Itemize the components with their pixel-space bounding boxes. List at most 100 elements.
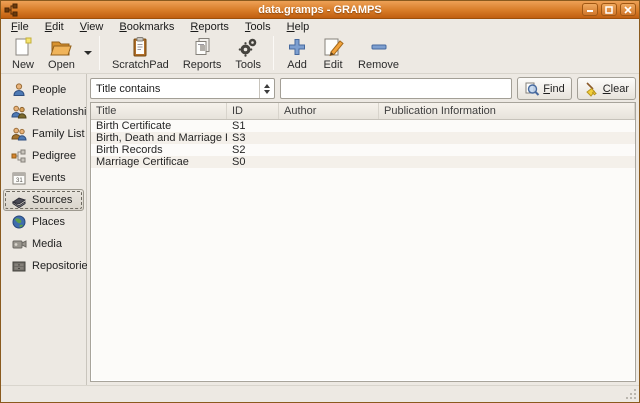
filter-type-value: Title contains (91, 83, 259, 95)
menu-view[interactable]: View (72, 20, 112, 34)
menu-file[interactable]: File (3, 20, 37, 34)
new-document-icon (12, 36, 34, 59)
broom-icon (584, 81, 600, 97)
table-header: Title ID Author Publication Information (91, 103, 635, 120)
gramps-pedigree-icon (4, 3, 18, 17)
close-button[interactable] (620, 3, 636, 16)
scratchpad-button[interactable]: ScratchPad (105, 34, 176, 72)
plus-icon (286, 36, 308, 59)
sidebar-item-events[interactable]: 31 Events (3, 167, 84, 189)
column-header-publication[interactable]: Publication Information (379, 103, 635, 119)
titlebar[interactable]: data.gramps - GRAMPS (1, 1, 639, 19)
cell-title: Birth Records (91, 144, 227, 156)
two-people-icon (11, 104, 27, 120)
maximize-icon (605, 6, 613, 14)
minimize-icon (586, 6, 594, 13)
sidebar-item-label: Family List (32, 128, 85, 140)
find-label: Find (543, 83, 564, 95)
edit-pencil-icon (322, 36, 344, 59)
sidebar-item-repositories[interactable]: Repositories (3, 255, 84, 277)
table-row[interactable]: Birth, Death and Marriage R... S3 (91, 132, 635, 144)
column-header-id[interactable]: ID (227, 103, 279, 119)
sidebar-item-label: People (32, 84, 66, 96)
sidebar-item-label: Sources (32, 194, 72, 206)
tools-button[interactable]: Tools (228, 34, 268, 72)
gears-icon (237, 36, 259, 59)
edit-button[interactable]: Edit (315, 34, 351, 72)
status-bar (1, 385, 639, 402)
column-header-author[interactable]: Author (279, 103, 379, 119)
cell-title: Marriage Certificae (91, 156, 227, 168)
gramps-window: data.gramps - GRAMPS File Edit View Book… (0, 0, 640, 403)
table-row[interactable]: Birth Certificate S1 (91, 120, 635, 132)
toolbar-label: Tools (235, 59, 261, 71)
open-button[interactable]: Open (41, 34, 82, 72)
minimize-button[interactable] (582, 3, 598, 16)
book-icon (11, 192, 27, 208)
toolbar-label: Edit (324, 59, 343, 71)
combobox-spinner-icon[interactable] (259, 79, 274, 98)
add-button[interactable]: Add (279, 34, 315, 72)
sidebar-item-pedigree[interactable]: Pedigree (3, 145, 84, 167)
chevron-down-icon (84, 51, 92, 55)
sources-view: Title contains Find (87, 74, 639, 385)
new-button[interactable]: New (5, 34, 41, 72)
pedigree-icon (11, 148, 27, 164)
filter-type-combobox[interactable]: Title contains (90, 78, 275, 99)
toolbar-label: Open (48, 59, 75, 71)
reports-button[interactable]: Reports (176, 34, 229, 72)
toolbar-label: Reports (183, 59, 222, 71)
sidebar-item-label: Repositories (32, 260, 93, 272)
filter-bar: Title contains Find (87, 74, 639, 102)
toolbar-separator (99, 36, 100, 70)
sources-table: Title ID Author Publication Information … (90, 102, 636, 382)
main-area: People Relationships Family List (1, 74, 639, 385)
sidebar-item-family-list[interactable]: Family List (3, 123, 84, 145)
clear-label: Clear (603, 83, 629, 95)
menu-edit[interactable]: Edit (37, 20, 72, 34)
toolbar-label: Remove (358, 59, 399, 71)
menu-help[interactable]: Help (279, 20, 318, 34)
column-header-title[interactable]: Title (91, 103, 227, 119)
menu-bar: File Edit View Bookmarks Reports Tools H… (1, 19, 639, 34)
minus-icon (368, 36, 390, 59)
sidebar-item-media[interactable]: Media (3, 233, 84, 255)
cell-id: S0 (227, 156, 279, 168)
open-dropdown-button[interactable] (82, 36, 94, 70)
calendar-icon: 31 (11, 170, 27, 186)
menu-tools[interactable]: Tools (237, 20, 279, 34)
toolbar-label: New (12, 59, 34, 71)
clipboard-icon (129, 36, 151, 59)
table-row[interactable]: Marriage Certificae S0 (91, 156, 635, 168)
open-folder-icon (49, 36, 73, 59)
search-input[interactable] (280, 78, 512, 99)
svg-text:31: 31 (16, 178, 23, 184)
sidebar-item-relationships[interactable]: Relationships (3, 101, 84, 123)
find-button[interactable]: Find (517, 77, 571, 100)
cell-id: S3 (227, 132, 279, 144)
toolbar-label: ScratchPad (112, 59, 169, 71)
cell-title: Birth Certificate (91, 120, 227, 132)
menu-bookmarks[interactable]: Bookmarks (111, 20, 182, 34)
resize-grip[interactable] (625, 388, 637, 400)
clear-button[interactable]: Clear (577, 77, 636, 100)
sidebar-item-places[interactable]: Places (3, 211, 84, 233)
sidebar-item-sources[interactable]: Sources (3, 189, 84, 211)
globe-icon (11, 214, 27, 230)
maximize-button[interactable] (601, 3, 617, 16)
menu-reports[interactable]: Reports (182, 20, 237, 34)
toolbar: New Open (1, 34, 639, 74)
close-icon (624, 6, 632, 14)
toolbar-label: Add (287, 59, 307, 71)
media-icon (11, 236, 27, 252)
cell-title: Birth, Death and Marriage R... (91, 132, 227, 144)
toolbar-separator (273, 36, 274, 70)
person-icon (11, 82, 27, 98)
family-icon (11, 126, 27, 142)
sidebar-item-label: Events (32, 172, 66, 184)
remove-button[interactable]: Remove (351, 34, 406, 72)
sidebar-item-people[interactable]: People (3, 79, 84, 101)
table-row[interactable]: Birth Records S2 (91, 144, 635, 156)
window-title: data.gramps - GRAMPS (1, 4, 639, 16)
sidebar: People Relationships Family List (1, 74, 87, 385)
